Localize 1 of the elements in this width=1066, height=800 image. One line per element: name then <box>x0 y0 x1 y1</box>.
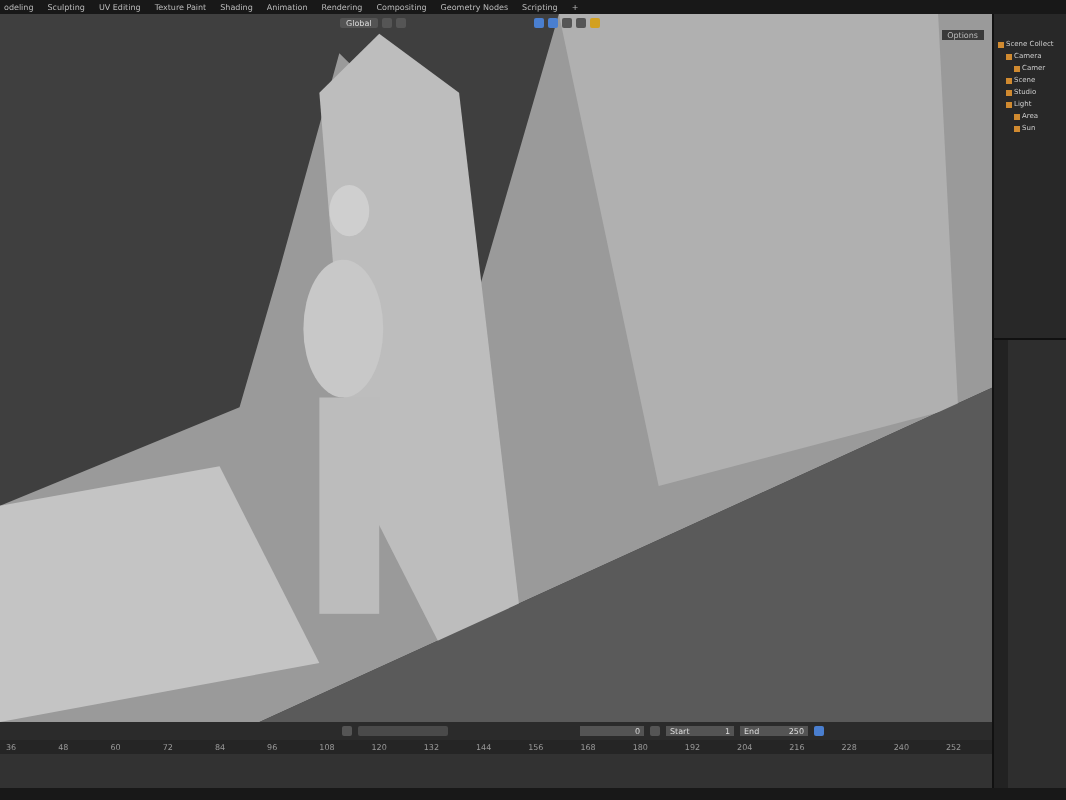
properties-tab-strip[interactable] <box>994 340 1008 788</box>
